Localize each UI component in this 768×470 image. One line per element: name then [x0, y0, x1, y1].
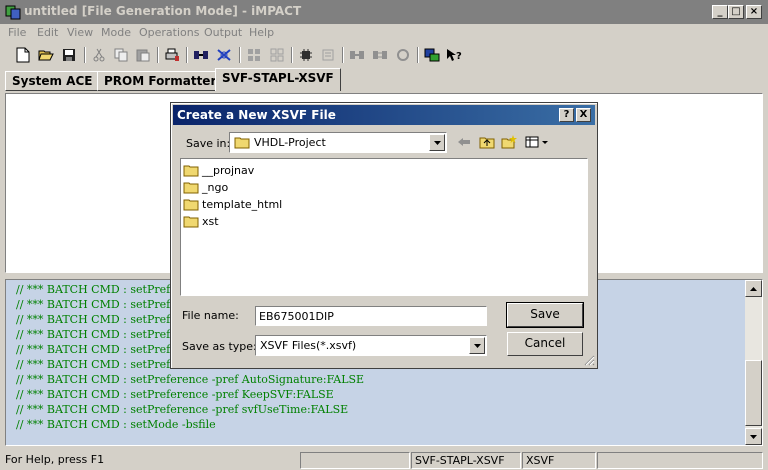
status-type: XSVF: [522, 452, 596, 469]
menu-operations[interactable]: Operations: [139, 26, 199, 39]
paste-icon: [134, 46, 152, 64]
file-name: _ngo: [202, 180, 229, 194]
cancel-button[interactable]: Cancel: [507, 332, 583, 356]
resize-grip-icon[interactable]: [583, 354, 595, 366]
folder-icon: [183, 182, 199, 193]
scroll-up-button[interactable]: [745, 280, 762, 297]
svg-text:?: ?: [456, 51, 462, 62]
list-item[interactable]: __projnav: [183, 162, 254, 178]
open-icon[interactable]: [37, 46, 55, 64]
folder-icon: [183, 165, 199, 176]
close-button[interactable]: ×: [746, 5, 762, 19]
list-item[interactable]: _ngo: [183, 179, 228, 195]
folder-icon: [234, 137, 250, 149]
save-as-type-value: XSVF Files(*.xsvf): [260, 339, 357, 352]
chip-icon[interactable]: [297, 46, 315, 64]
save-icon[interactable]: [60, 46, 78, 64]
create-xsvf-dialog: Create a New XSVF File ? X Save in: VHDL…: [170, 102, 598, 369]
mode-tabs: System ACE PROM Formatter SVF-STAPL-XSVF: [0, 67, 768, 91]
dialog-help-button[interactable]: ?: [559, 108, 574, 122]
chevron-down-icon[interactable]: [469, 337, 485, 354]
status-mode: SVF-STAPL-XSVF: [411, 452, 521, 469]
minimize-button[interactable]: _: [712, 5, 728, 19]
tab-system-ace[interactable]: System ACE: [5, 71, 100, 91]
menu-view[interactable]: View: [67, 26, 93, 39]
maximize-button[interactable]: □: [728, 5, 744, 19]
print-icon[interactable]: [163, 46, 181, 64]
folder-icon: [183, 199, 199, 210]
chain3-icon: [371, 46, 389, 64]
file-name-input[interactable]: EB675001DIP: [255, 306, 487, 326]
save-in-dropdown[interactable]: VHDL-Project: [229, 132, 447, 153]
file-name: template_html: [202, 197, 283, 211]
new-folder-icon[interactable]: [500, 133, 518, 151]
dialog-close-button[interactable]: X: [576, 108, 591, 122]
file-name: xst: [202, 214, 219, 228]
scroll-down-button[interactable]: [745, 428, 762, 445]
tab-svf-stapl-xsvf[interactable]: SVF-STAPL-XSVF: [215, 68, 341, 91]
help-icon[interactable]: ?: [445, 46, 463, 64]
console-line: // *** BATCH CMD : setPreference -pref K…: [16, 388, 334, 401]
tab-prom-formatter[interactable]: PROM Formatter: [97, 71, 224, 91]
cut-icon: [90, 46, 108, 64]
chevron-down-icon[interactable]: [429, 134, 445, 151]
save-in-value: VHDL-Project: [254, 136, 326, 149]
menu-mode[interactable]: Mode: [101, 26, 131, 39]
dialog-title-bar[interactable]: Create a New XSVF File ? X: [173, 105, 595, 125]
save-button[interactable]: Save: [506, 302, 584, 328]
back-icon[interactable]: [455, 133, 473, 151]
console-line: // *** BATCH CMD : setMode -bsfile: [16, 418, 216, 431]
up-folder-icon[interactable]: [478, 133, 496, 151]
status-bar: For Help, press F1 SVF-STAPL-XSVF XSVF: [0, 450, 768, 470]
file-name-value: EB675001DIP: [259, 310, 334, 323]
grid-icon: [245, 46, 263, 64]
save-in-label: Save in:: [186, 137, 231, 150]
console-scrollbar[interactable]: [745, 280, 762, 445]
copy-icon: [112, 46, 130, 64]
file-list[interactable]: __projnav _ngo template_html xst: [180, 158, 588, 296]
chain-x-icon[interactable]: [215, 46, 233, 64]
file-name: __projnav: [202, 163, 255, 177]
chain4-icon: [394, 46, 412, 64]
device-icon[interactable]: [423, 46, 441, 64]
toolbar: ?: [0, 43, 768, 67]
console-line: // *** BATCH CMD : setPreference -pref A…: [16, 373, 365, 386]
menu-file[interactable]: File: [8, 26, 26, 39]
main-title-bar[interactable]: untitled [File Generation Mode] - iMPACT…: [0, 0, 768, 24]
dialog-title: Create a New XSVF File: [177, 108, 336, 122]
save-as-type-label: Save as type:: [182, 340, 257, 353]
file-name-label: File name:: [182, 309, 239, 322]
console-line: // *** BATCH CMD : setPreference -pref s…: [16, 403, 349, 416]
list-item[interactable]: xst: [183, 213, 219, 229]
view-menu-icon[interactable]: [524, 133, 550, 151]
chain-icon[interactable]: [192, 46, 210, 64]
impact-app-icon: [5, 5, 21, 20]
menu-bar: File Edit View Mode Operations Output He…: [0, 24, 768, 42]
list-item[interactable]: template_html: [183, 196, 282, 212]
menu-output[interactable]: Output: [204, 26, 242, 39]
grid2-icon: [268, 46, 286, 64]
status-extra: [597, 452, 763, 469]
chain2-icon: [348, 46, 366, 64]
save-as-type-dropdown[interactable]: XSVF Files(*.xsvf): [255, 335, 487, 356]
chip2-icon: [319, 46, 337, 64]
scroll-thumb[interactable]: [745, 360, 762, 426]
menu-help[interactable]: Help: [249, 26, 274, 39]
menu-edit[interactable]: Edit: [37, 26, 58, 39]
status-help: For Help, press F1: [5, 453, 105, 466]
window-title: untitled [File Generation Mode] - iMPACT: [24, 4, 302, 18]
folder-icon: [183, 216, 199, 227]
status-empty: [300, 452, 410, 469]
new-icon[interactable]: [14, 46, 32, 64]
